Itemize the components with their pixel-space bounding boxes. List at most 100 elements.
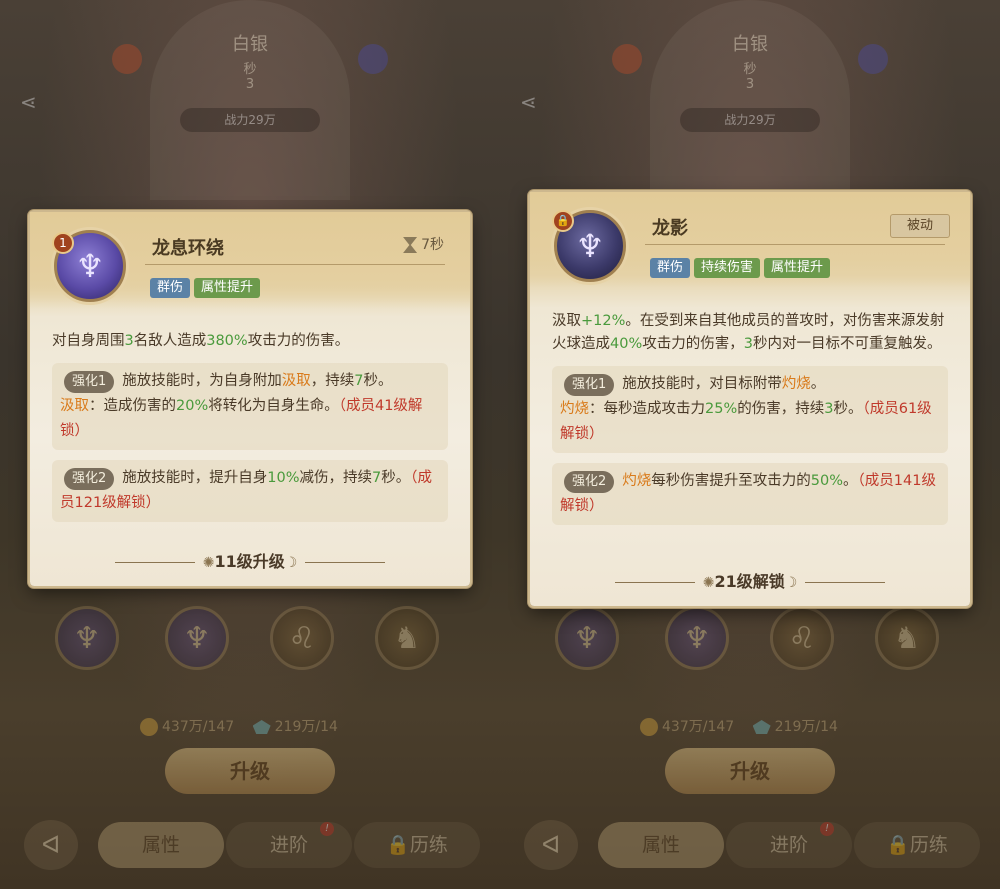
- enhancement-text: 施放技能时，对目标附带灼烧。 灼烧：每秒造成攻击力25%的伤害，持续3秒。（成员6…: [560, 376, 932, 442]
- skill-slot-1[interactable]: ♆: [55, 606, 119, 670]
- text-run: ：每秒造成攻击力: [589, 401, 705, 417]
- horse-icon: ♞: [393, 620, 421, 656]
- skill-slot-2[interactable]: ♆: [165, 606, 229, 670]
- enhancement-2: 强化2 灼烧每秒伤害提升至攻击力的50%。（成员141级解锁）: [552, 463, 948, 525]
- tag-stat-boost: 属性提升: [764, 258, 831, 278]
- skill-slot-3[interactable]: ♌: [270, 606, 334, 670]
- text-run: 。: [810, 376, 826, 392]
- rank-sub: 秒: [743, 62, 757, 77]
- skill-popup-card: ♆ 1 龙息环绕 7秒 群伤 属性提升 对自身周围3名敌人造成380%攻击力的伤害…: [30, 212, 470, 586]
- divider: [614, 582, 695, 583]
- skill-slots: ♆ ♆ ♌ ♞: [55, 606, 455, 676]
- coin-icon: [140, 718, 158, 736]
- skill-popup-card: ♆ 🔒 龙影 被动 群伤 持续伤害 属性提升 汲取+12%。在受到来自其他成员的普攻…: [530, 192, 970, 606]
- enhancement-1: 强化1 施放技能时，为自身附加汲取，持续7秒。 汲取：造成伤害的20%将转化为自身生…: [52, 363, 448, 450]
- lock-icon: 🔒: [552, 210, 574, 232]
- coin-icon: [640, 718, 658, 736]
- enhancement-2: 强化2 施放技能时，提升自身10%减伤，持续7秒。（成员121级解锁）: [52, 460, 448, 522]
- divider: [145, 264, 445, 265]
- text-run: 每秒伤害提升至攻击力的: [651, 473, 811, 489]
- back-button[interactable]: ᐊ: [524, 820, 578, 870]
- coin-resource: 437万/147: [140, 718, 234, 736]
- gem-resource: 219万/14: [752, 719, 838, 735]
- rank-sub: 秒: [243, 62, 257, 77]
- ornament-icon: ✺: [702, 575, 715, 591]
- back-button[interactable]: ᐊ: [24, 820, 78, 870]
- lock-icon: 🔒: [386, 834, 410, 856]
- text-run: 秒内对一目标不可重复触发。: [752, 336, 942, 352]
- tab-training[interactable]: 🔒历练: [854, 822, 980, 868]
- text-run: 攻击力的伤害，: [642, 336, 744, 352]
- power-label: 战力29万: [680, 108, 820, 132]
- upgrade-button[interactable]: 升级: [665, 748, 835, 794]
- text-run: 秒。: [833, 401, 863, 417]
- enhancement-1: 强化1 施放技能时，对目标附带灼烧。 灼烧：每秒造成攻击力25%的伤害，持续3秒。（…: [552, 366, 948, 453]
- tab-training[interactable]: 🔒历练: [354, 822, 480, 868]
- tag-aoe: 群伤: [150, 278, 191, 298]
- tab-bar: ᐊ 属性 进阶! 🔒历练: [500, 816, 1000, 876]
- text-run: 3: [124, 333, 134, 349]
- card-footer: ✺11级升级☽: [30, 548, 470, 572]
- tag-stat-boost: 属性提升: [194, 278, 261, 298]
- text-run: 10%: [267, 470, 300, 486]
- text-run: 7: [354, 373, 364, 389]
- skill-slot-3[interactable]: ♌: [770, 606, 834, 670]
- tab-advance[interactable]: 进阶!: [726, 822, 852, 868]
- skill-slot-4[interactable]: ♞: [875, 606, 939, 670]
- text-run: ：造成伤害的: [89, 398, 176, 414]
- skill-tags: 群伤 属性提升: [150, 276, 264, 298]
- skill-slot-1[interactable]: ♆: [555, 606, 619, 670]
- text-run: 25%: [705, 401, 738, 417]
- skill-slot-2[interactable]: ♆: [665, 606, 729, 670]
- enhancement-label: 强化2: [564, 471, 615, 493]
- share-icon[interactable]: ⋖: [20, 90, 46, 116]
- rank-title: 白银: [232, 34, 268, 55]
- card-body: 对自身周围3名敌人造成380%攻击力的伤害。 强化1 施放技能时，为自身附加汲取，…: [52, 330, 448, 522]
- text-run: 对自身周围: [52, 333, 125, 349]
- skill-slot-4[interactable]: ♞: [375, 606, 439, 670]
- text-run: ，持续: [310, 373, 355, 389]
- coin-resource: 437万/147: [640, 718, 734, 736]
- dragon-shadow-icon: ♆: [683, 620, 711, 656]
- horse-icon: ♞: [893, 620, 921, 656]
- text-run: 40%: [610, 336, 643, 352]
- dragon-icon: ♆: [73, 620, 101, 656]
- skill-tags: 群伤 持续伤害 属性提升: [650, 256, 834, 278]
- tab-attributes[interactable]: 属性: [598, 822, 724, 868]
- skill-description: 对自身周围3名敌人造成380%攻击力的伤害。: [52, 330, 448, 353]
- divider: [645, 244, 945, 245]
- text-run: 名敌人造成: [133, 333, 207, 349]
- text-run: 秒。: [381, 470, 411, 486]
- right-screen: ⋖ 白银 秒 3 战力29万 ♆ ♆ ♌ ♞ 437万/147 219万/14 …: [500, 0, 1000, 889]
- tab-advance[interactable]: 进阶!: [226, 822, 352, 868]
- passive-badge: 被动: [890, 214, 950, 238]
- tab-attributes[interactable]: 属性: [98, 822, 224, 868]
- text-run: 的伤害，持续: [737, 401, 825, 417]
- upgrade-button[interactable]: 升级: [165, 748, 335, 794]
- hourglass-icon: [403, 237, 418, 253]
- share-icon[interactable]: ⋖: [520, 90, 546, 116]
- enhancement-label: 强化1: [564, 374, 615, 396]
- ornament-icon: ☽: [284, 555, 298, 571]
- text-run: 汲取: [281, 373, 311, 389]
- rank-num: 3: [745, 77, 755, 92]
- rank-num: 3: [245, 77, 255, 92]
- card-body: 汲取+12%。在受到来自其他成员的普攻时，对伤害来源发射火球造成40%攻击力的伤…: [552, 310, 948, 525]
- lion-icon: ♌: [788, 620, 816, 656]
- skill-name: 龙影: [652, 218, 688, 239]
- rank-display: 白银 秒 3: [500, 30, 1000, 92]
- rank-display: 白银 秒 3: [0, 30, 500, 92]
- gem-icon: [752, 720, 771, 734]
- divider: [305, 562, 386, 563]
- text-run: 施放技能时，提升自身: [122, 470, 268, 486]
- text-run: 灼烧: [560, 401, 589, 417]
- gem-resource: 219万/14: [252, 719, 338, 735]
- lock-icon: 🔒: [886, 834, 910, 856]
- text-run: 。: [843, 473, 858, 489]
- text-run: 灼烧: [781, 376, 811, 392]
- card-footer: ✺21级解锁☽: [530, 568, 970, 592]
- lion-icon: ♌: [288, 620, 316, 656]
- skill-description: 汲取+12%。在受到来自其他成员的普攻时，对伤害来源发射火球造成40%攻击力的伤…: [552, 310, 948, 356]
- text-run: 灼烧: [622, 473, 652, 489]
- upgrade-level-text: 11级升级: [214, 552, 285, 571]
